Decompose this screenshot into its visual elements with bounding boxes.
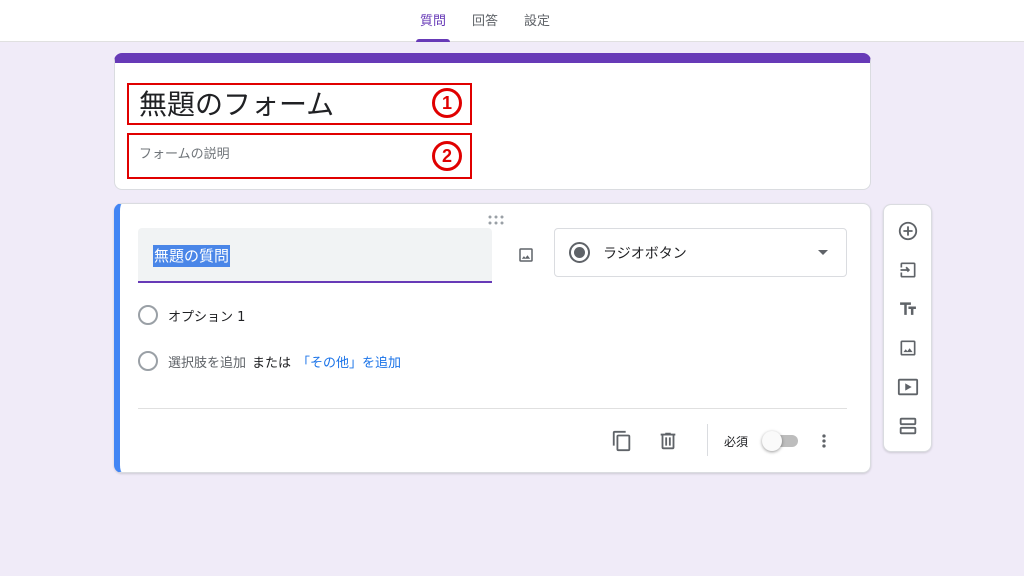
add-option-link[interactable]: 選択肢を追加	[168, 352, 246, 371]
add-section-button[interactable]	[896, 414, 920, 438]
radio-circle-icon[interactable]	[138, 305, 158, 325]
add-question-button[interactable]	[896, 219, 920, 243]
import-icon	[900, 262, 916, 278]
radio-button-icon	[569, 242, 590, 263]
form-header-card: 無題のフォーム 1 フォームの説明 2	[114, 53, 871, 190]
question-title-input[interactable]: 無題の質問	[138, 228, 492, 283]
footer-separator	[707, 424, 708, 456]
annotation-marker-1: 1	[432, 88, 462, 118]
question-type-dropdown[interactable]: ラジオボタン	[554, 228, 847, 277]
footer-divider	[138, 408, 847, 409]
duplicate-button[interactable]	[608, 427, 636, 455]
question-type-label: ラジオボタン	[603, 246, 687, 262]
chevron-down-icon	[818, 250, 828, 255]
add-option-row: 選択肢を追加 または 「その他」を追加	[138, 350, 401, 372]
delete-button[interactable]	[654, 427, 682, 455]
add-image-tool-button[interactable]	[896, 336, 920, 360]
title-text-icon	[900, 302, 916, 315]
import-questions-button[interactable]	[896, 258, 920, 282]
tab-responses[interactable]: 回答	[466, 0, 504, 42]
tab-settings[interactable]: 設定	[518, 0, 556, 42]
tab-questions[interactable]: 質問	[414, 0, 452, 42]
question-card: 無題の質問 ラジオボタン オプション 1 選択肢を追加 または 「その他」を追加…	[114, 203, 871, 473]
toggle-knob	[762, 431, 782, 451]
required-label: 必須	[724, 435, 749, 449]
image-icon	[900, 340, 916, 356]
top-bar: 質問 回答 設定	[0, 0, 1024, 42]
side-toolbar	[883, 204, 932, 452]
or-text: または	[252, 355, 292, 371]
image-icon	[519, 248, 533, 262]
trash-icon	[660, 432, 676, 450]
question-title: 無題の質問	[153, 245, 231, 267]
video-icon	[897, 378, 919, 396]
form-description-field[interactable]: フォームの説明 2	[127, 133, 472, 179]
option-label[interactable]: オプション 1	[168, 306, 245, 325]
add-other-link[interactable]: 「その他」を追加	[297, 352, 401, 371]
add-circle-icon	[898, 221, 918, 241]
tab-bar: 質問 回答 設定	[414, 0, 570, 42]
drag-handle-icon[interactable]	[487, 210, 505, 225]
add-image-button[interactable]	[509, 238, 543, 272]
form-title-field[interactable]: 無題のフォーム 1	[127, 83, 472, 125]
add-video-button[interactable]	[896, 375, 920, 399]
copy-icon	[612, 430, 631, 452]
option-row: オプション 1	[138, 304, 245, 326]
radio-circle-icon	[138, 351, 158, 371]
add-title-button[interactable]	[896, 297, 920, 321]
more-options-button[interactable]	[810, 427, 838, 455]
form-description-placeholder: フォームの説明	[139, 147, 230, 162]
section-icon	[899, 417, 917, 435]
required-toggle[interactable]	[762, 431, 800, 451]
form-title: 無題のフォーム	[139, 88, 335, 121]
annotation-marker-2: 2	[432, 141, 462, 171]
more-vert-icon	[822, 434, 826, 448]
